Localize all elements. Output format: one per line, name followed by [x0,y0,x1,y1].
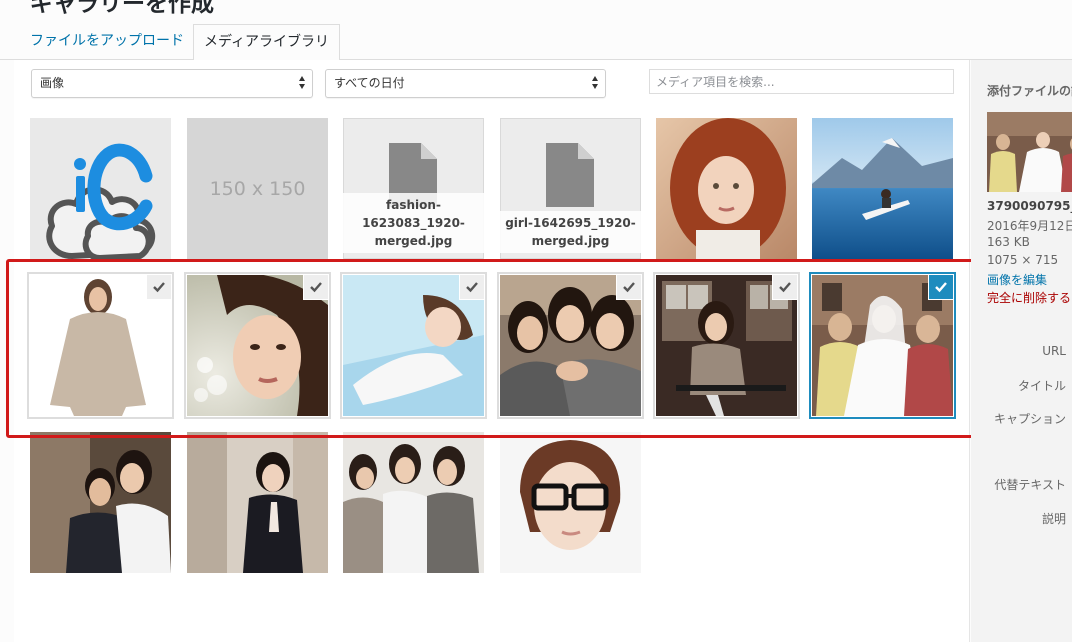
attachments-browser: 画像 すべての日付 150 x 150 fashion-1623083_1920… [14,60,970,642]
photo-thumbnail [500,432,641,573]
attachment-thumb-selected[interactable] [187,275,328,416]
attachment-thumb[interactable]: 150 x 150 [187,118,328,259]
details-filesize: 163 KB [987,235,1030,249]
attachment-thumb[interactable] [656,118,797,259]
photo-thumbnail [656,118,797,259]
attachment-thumb[interactable] [500,432,641,573]
details-date: 2016年9月12日 [987,219,1072,233]
file-name: fashion-1623083_1920-merged.jpg [343,193,484,253]
description-field-label: 説明 [1041,512,1066,526]
url-field-label: URL [1042,344,1066,358]
placeholder-size-label: 150 x 150 [187,118,328,259]
title-field-label: タイトル [1017,379,1066,393]
select-arrows-icon [299,76,307,90]
delete-permanently-link[interactable]: 完全に削除する [987,289,1071,306]
selected-check-icon[interactable] [773,275,797,299]
selected-check-icon[interactable] [147,275,171,299]
select-arrows-icon [592,76,600,90]
attachment-thumb-active[interactable] [812,275,953,416]
attachment-thumb[interactable] [343,432,484,573]
cloud-logo-icon [30,118,171,259]
attachment-thumb-selected[interactable] [30,275,171,416]
file-name: girl-1642695_1920-merged.jpg [500,211,641,253]
document-file-icon [546,143,594,207]
photo-thumbnail [343,432,484,573]
media-type-filter[interactable]: 画像 [31,69,313,98]
media-tabs: ファイルをアップロード メディアライブラリ [0,20,1072,61]
attachment-thumb-selected[interactable] [500,275,641,416]
photo-thumbnail [812,118,953,259]
photo-thumbnail [30,432,171,573]
attachment-thumb[interactable] [30,432,171,573]
photo-thumbnail [187,432,328,573]
selected-check-icon[interactable] [460,275,484,299]
edit-image-link[interactable]: 画像を編集 [987,271,1047,288]
details-dimensions: 1075 × 715 [987,253,1059,267]
attachment-thumb[interactable] [812,118,953,259]
caption-field-label: キャプション [993,412,1066,426]
details-thumbnail [987,112,1072,192]
alt-text-field-label: 代替テキスト [994,478,1066,492]
attachment-thumb-selected[interactable] [343,275,484,416]
date-filter-value: すべての日付 [334,76,405,90]
attachment-thumb[interactable]: girl-1642695_1920-merged.jpg [500,118,641,259]
attachment-thumb[interactable] [30,118,171,259]
selected-check-icon[interactable] [617,275,641,299]
media-type-filter-value: 画像 [40,76,65,90]
details-heading: 添付ファイルの詳細 [987,84,1072,98]
attachment-thumb[interactable]: fashion-1623083_1920-merged.jpg [343,118,484,259]
selected-check-icon[interactable] [304,275,328,299]
details-filename: 3790090795_ [987,199,1072,213]
date-filter[interactable]: すべての日付 [325,69,606,98]
tab-media-library[interactable]: メディアライブラリ [193,24,341,61]
media-search-input[interactable] [649,69,954,94]
page-title: ギャラリーを作成 [30,0,214,17]
tab-upload-files[interactable]: ファイルをアップロード [20,24,194,60]
attachment-thumb[interactable] [187,432,328,573]
attachment-details-sidebar: 添付ファイルの詳細 3790090795_ 2016年9月12日 163 KB … [971,60,1072,642]
active-check-icon[interactable] [929,275,953,299]
attachment-thumb-selected[interactable] [656,275,797,416]
